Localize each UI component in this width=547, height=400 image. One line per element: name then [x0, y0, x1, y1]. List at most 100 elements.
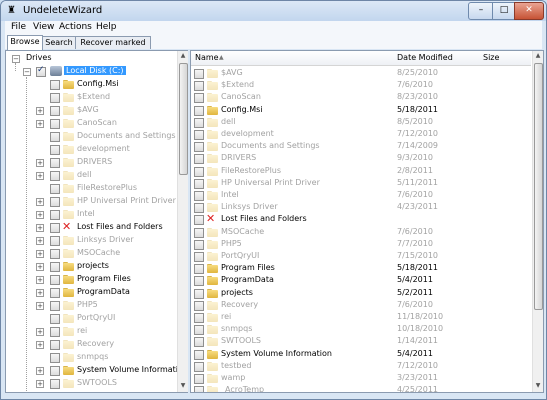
tree-node-projects[interactable]: + projects — [6, 260, 176, 273]
expand-icon[interactable]: + — [36, 237, 44, 245]
checkbox[interactable] — [194, 337, 204, 348]
checkbox[interactable] — [194, 386, 204, 392]
tree-node-drivers[interactable]: + DRIVERS — [6, 156, 176, 169]
expand-icon[interactable]: + — [36, 198, 44, 206]
checkbox[interactable] — [50, 197, 60, 207]
checkbox[interactable] — [194, 264, 204, 275]
checkbox[interactable] — [50, 223, 60, 233]
tree-node-extend[interactable]: $Extend — [6, 91, 176, 104]
checkbox[interactable] — [194, 69, 204, 79]
checkbox[interactable] — [194, 203, 204, 214]
scroll-up-icon[interactable]: ▲ — [533, 51, 543, 61]
checkbox[interactable] — [194, 288, 204, 299]
expand-icon[interactable]: + — [36, 211, 44, 219]
column-date-header[interactable]: Date Modified — [397, 53, 453, 62]
checkbox[interactable] — [50, 184, 60, 194]
tree-node-rei[interactable]: + rei — [6, 325, 176, 338]
tree-node-swtools[interactable]: + SWTOOLS — [6, 377, 176, 390]
checkbox[interactable] — [50, 210, 60, 220]
expand-icon[interactable]: + — [36, 250, 44, 258]
list-row-development[interactable]: development 7/12/2010 — [191, 128, 531, 141]
checkbox[interactable] — [194, 166, 204, 177]
checkbox[interactable] — [194, 252, 204, 262]
checkbox[interactable] — [194, 117, 204, 128]
checkbox[interactable] — [194, 361, 204, 372]
tree-node-canoscan[interactable]: + CanoScan — [6, 117, 176, 130]
scroll-up-icon[interactable]: ▲ — [178, 51, 188, 61]
expand-icon[interactable]: + — [36, 120, 44, 128]
tree-vertical-scrollbar[interactable]: ▲ ▼ — [177, 51, 188, 392]
tree-node-testbed[interactable]: testbed — [6, 390, 176, 393]
expand-icon[interactable]: + — [36, 172, 44, 180]
checkbox[interactable] — [50, 314, 60, 324]
expand-icon[interactable]: + — [36, 107, 44, 115]
menu-actions[interactable]: Actions — [59, 22, 92, 32]
tree-node-linksys-driver[interactable]: + Linksys Driver — [6, 234, 176, 247]
checkbox[interactable] — [50, 379, 60, 389]
list-row-lost-files-and-folders[interactable]: ✕ Lost Files and Folders — [191, 213, 531, 226]
list-row-recovery[interactable]: Recovery 7/6/2010 — [191, 299, 531, 312]
list-row-testbed[interactable]: testbed 7/12/2010 — [191, 360, 531, 373]
expand-icon[interactable]: + — [36, 380, 44, 388]
tree-node-intel[interactable]: + Intel — [6, 208, 176, 221]
checkbox[interactable] — [194, 142, 204, 153]
expand-icon[interactable]: + — [36, 328, 44, 336]
checkbox[interactable] — [194, 130, 204, 140]
checkbox[interactable] — [50, 366, 60, 376]
list-row-rei[interactable]: rei 11/18/2010 — [191, 311, 531, 324]
checkbox[interactable] — [194, 154, 204, 165]
list-row-drivers[interactable]: DRIVERS 9/3/2010 — [191, 152, 531, 165]
checkbox[interactable] — [194, 276, 204, 287]
tab-recover-marked-files[interactable]: Recover marked files — [75, 36, 151, 59]
tree-node-documents-and-settings[interactable]: Documents and Settings — [6, 130, 176, 143]
list-row-wamp[interactable]: wamp 3/23/2011 — [191, 372, 531, 385]
collapse-icon[interactable]: − — [23, 68, 31, 76]
list-row-hp-universal-print-driver[interactable]: HP Universal Print Driver 5/11/2011 — [191, 177, 531, 190]
list-row-snmpqs[interactable]: snmpqs 10/18/2010 — [191, 323, 531, 336]
scroll-thumb[interactable] — [179, 63, 188, 175]
list-row-avg[interactable]: $AVG 8/25/2010 — [191, 67, 531, 80]
tab-browse[interactable]: Browse — [7, 35, 43, 50]
expand-icon[interactable]: + — [36, 224, 44, 232]
checkbox[interactable] — [194, 227, 204, 238]
checkbox[interactable] — [50, 353, 60, 363]
list-row-projects[interactable]: projects 5/2/2011 — [191, 287, 531, 300]
checkbox[interactable] — [50, 119, 60, 129]
checkbox[interactable] — [194, 105, 204, 116]
checkbox[interactable] — [50, 392, 60, 393]
expand-icon[interactable]: + — [36, 159, 44, 167]
tree-node-portqryui[interactable]: PortQryUI — [6, 312, 176, 325]
list-row-msocache[interactable]: MSOCache 7/6/2010 — [191, 226, 531, 239]
list-row-swtools[interactable]: SWTOOLS 1/14/2011 — [191, 335, 531, 348]
checkbox[interactable] — [194, 239, 204, 250]
checkbox[interactable] — [194, 93, 204, 104]
expand-icon[interactable]: + — [36, 341, 44, 349]
title-bar[interactable]: ♜ UndeleteWizard – □ ✕ — [1, 1, 546, 21]
list-row-filerestoreplus[interactable]: FileRestorePlus 2/8/2011 — [191, 165, 531, 178]
tree-root-drives[interactable]: − Drives — [6, 52, 176, 65]
checkbox[interactable] — [194, 325, 204, 336]
checkbox[interactable] — [50, 340, 60, 350]
list-row-linksys-driver[interactable]: Linksys Driver 4/23/2011 — [191, 201, 531, 214]
checkbox[interactable] — [50, 262, 60, 272]
column-size-header[interactable]: Size — [483, 53, 499, 62]
close-button[interactable]: ✕ — [514, 2, 544, 20]
checkbox[interactable] — [194, 81, 204, 92]
checkbox[interactable] — [194, 349, 204, 360]
tree-node-filerestoreplus[interactable]: FileRestorePlus — [6, 182, 176, 195]
tree-node-config-msi[interactable]: Config.Msi — [6, 78, 176, 91]
menu-file[interactable]: File — [11, 22, 26, 32]
checkbox[interactable] — [194, 313, 204, 323]
list-row-system-volume-information[interactable]: System Volume Information 5/4/2011 — [191, 348, 531, 361]
tree-node-local-disk[interactable]: − Local Disk (C:) — [6, 65, 176, 78]
tree-node-hp-universal-print-driver[interactable]: + HP Universal Print Driver — [6, 195, 176, 208]
minimize-button[interactable]: – — [468, 2, 494, 20]
tree-node-programdata[interactable]: + ProgramData — [6, 286, 176, 299]
tree-node-msocache[interactable]: + MSOCache — [6, 247, 176, 260]
tree-node-php5[interactable]: + PHP5 — [6, 299, 176, 312]
checkbox[interactable] — [50, 145, 60, 155]
scroll-down-icon[interactable]: ▼ — [533, 381, 543, 391]
list-row-canoscan[interactable]: CanoScan 8/23/2010 — [191, 91, 531, 104]
tree-node-snmpqs[interactable]: snmpqs — [6, 351, 176, 364]
list-row-portqryui[interactable]: PortQryUI 7/15/2010 — [191, 250, 531, 263]
